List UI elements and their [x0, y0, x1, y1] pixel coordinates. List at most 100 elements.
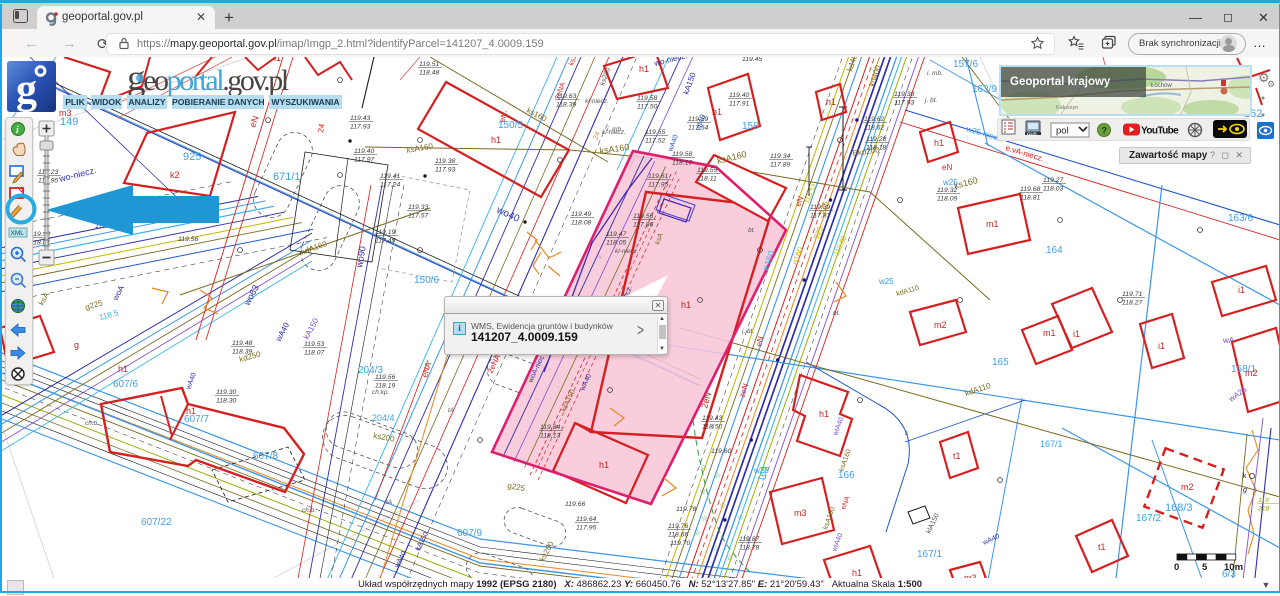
svg-text:119.58: 119.58: [672, 151, 693, 158]
svg-text:117.52: 117.52: [645, 138, 666, 145]
svg-text:i. mb.: i. mb.: [607, 126, 623, 133]
svg-text:119.27: 119.27: [1043, 177, 1064, 184]
svg-text:119.87: 119.87: [739, 536, 760, 543]
svg-text:GUS: GUS: [1027, 132, 1037, 137]
svg-text:119.48: 119.48: [232, 340, 253, 347]
svg-text:119.56: 119.56: [633, 213, 654, 220]
svg-text:118.03: 118.03: [1043, 186, 1064, 193]
svg-text:k2: k2: [170, 170, 180, 180]
svg-text:117.87: 117.87: [810, 213, 831, 220]
svg-text:119.59: 119.59: [688, 116, 709, 123]
svg-text:118.78: 118.78: [739, 545, 760, 552]
svg-text:i: i: [16, 125, 19, 136]
svg-text:118.05: 118.05: [606, 240, 627, 247]
svg-text:☆: ☆: [699, 487, 706, 496]
svg-text:119.66: 119.66: [565, 501, 586, 508]
svg-text:h1: h1: [819, 409, 829, 419]
svg-text:167/1: 167/1: [917, 549, 942, 560]
svg-text:w25: w25: [878, 277, 894, 286]
svg-text:119.38: 119.38: [435, 158, 456, 165]
svg-text:119.38: 119.38: [894, 91, 915, 98]
svg-text:XML: XML: [11, 230, 25, 237]
svg-text:119.55: 119.55: [697, 167, 718, 174]
svg-text:t1: t1: [953, 451, 961, 461]
svg-text:164: 164: [1046, 245, 1063, 256]
svg-text:h1: h1: [934, 138, 944, 148]
svg-text:118.18: 118.18: [866, 145, 887, 152]
svg-text:h1: h1: [491, 135, 501, 145]
svg-text:119.51: 119.51: [419, 61, 440, 68]
svg-text:h1: h1: [599, 460, 609, 470]
svg-text:119.78: 119.78: [676, 506, 697, 513]
svg-text:h1: h1: [118, 364, 128, 374]
svg-text:tA: tA: [386, 499, 392, 506]
svg-text:119.43: 119.43: [350, 115, 371, 122]
svg-text:607/9: 607/9: [457, 528, 482, 539]
svg-text:b1: b1: [712, 107, 722, 117]
svg-text:117.54: 117.54: [688, 125, 709, 132]
svg-text:m3: m3: [794, 508, 807, 518]
svg-text:0: 0: [1174, 562, 1179, 573]
svg-text:bt.: bt.: [833, 310, 840, 317]
svg-text:119.62: 119.62: [864, 116, 885, 123]
svg-text:119.70: 119.70: [670, 540, 691, 547]
svg-text:m2: m2: [1181, 482, 1194, 492]
svg-text:607/8: 607/8: [253, 451, 278, 462]
svg-text:ch.b.: ch.b.: [85, 420, 99, 427]
svg-text:m1: m1: [1043, 328, 1056, 338]
svg-text:165: 165: [992, 357, 1009, 368]
svg-text:119.45: 119.45: [742, 57, 763, 63]
svg-text:117.91: 117.91: [729, 101, 750, 108]
svg-text:5: 5: [1202, 562, 1208, 573]
svg-text:t1: t1: [1098, 542, 1106, 552]
svg-text:119.19: 119.19: [375, 229, 396, 236]
svg-text:117.93: 117.93: [435, 167, 456, 174]
svg-text:118.81: 118.81: [1020, 195, 1041, 202]
svg-text:163/9: 163/9: [972, 84, 997, 95]
svg-text:119.84: 119.84: [540, 424, 561, 431]
svg-text:925: 925: [183, 151, 201, 163]
svg-text:163/6: 163/6: [1228, 213, 1253, 224]
svg-text:117.50: 117.50: [637, 104, 658, 111]
svg-text:tA: tA: [448, 407, 454, 414]
svg-text:119.32: 119.32: [937, 187, 958, 194]
svg-text:kl-niecz.: kl-niecz.: [615, 248, 639, 255]
svg-text:i1: i1: [1238, 285, 1245, 295]
svg-text:157/6: 157/6: [953, 59, 978, 70]
svg-text:☆: ☆: [726, 553, 733, 562]
svg-text:119.56: 119.56: [178, 236, 199, 243]
svg-text:158: 158: [742, 121, 759, 132]
svg-text:119.58: 119.58: [637, 95, 658, 102]
svg-text:118.13: 118.13: [540, 433, 561, 440]
svg-text:☆: ☆: [719, 501, 726, 510]
svg-text:119.56: 119.56: [375, 374, 396, 381]
svg-text:119.76: 119.76: [668, 523, 689, 530]
svg-text:m2: m2: [934, 320, 947, 330]
svg-text:119.49: 119.49: [571, 211, 592, 218]
svg-text:g: g: [16, 67, 37, 112]
svg-text:150/6: 150/6: [414, 275, 439, 286]
svg-text:117.93: 117.93: [894, 100, 915, 107]
svg-text:119.40: 119.40: [354, 148, 375, 155]
svg-text:i1: i1: [1073, 329, 1080, 339]
svg-text:167/1: 167/1: [1040, 439, 1063, 449]
svg-text:w25: w25: [942, 178, 958, 187]
svg-text:119.41: 119.41: [380, 173, 401, 180]
svg-text:204/4: 204/4: [372, 413, 395, 423]
svg-text:119.34: 119.34: [770, 153, 791, 160]
svg-text:☆: ☆: [714, 471, 721, 480]
svg-text:ch.kp.: ch.kp.: [372, 389, 390, 396]
svg-text:g: g: [74, 340, 79, 350]
svg-text:607/22: 607/22: [141, 517, 172, 528]
svg-text:119.30: 119.30: [216, 389, 237, 396]
svg-text:118.30: 118.30: [216, 398, 237, 405]
svg-text:671/1: 671/1: [273, 171, 301, 183]
svg-text:118.07: 118.07: [304, 350, 325, 357]
svg-text:☆: ☆: [737, 513, 744, 522]
svg-text:118.10: 118.10: [672, 160, 693, 167]
svg-text:m2: m2: [1245, 368, 1258, 378]
svg-text:118.08: 118.08: [571, 220, 592, 227]
svg-text:607/6: 607/6: [113, 379, 138, 390]
svg-text:118.66: 118.66: [668, 532, 689, 539]
svg-text:117.86: 117.86: [633, 222, 654, 229]
